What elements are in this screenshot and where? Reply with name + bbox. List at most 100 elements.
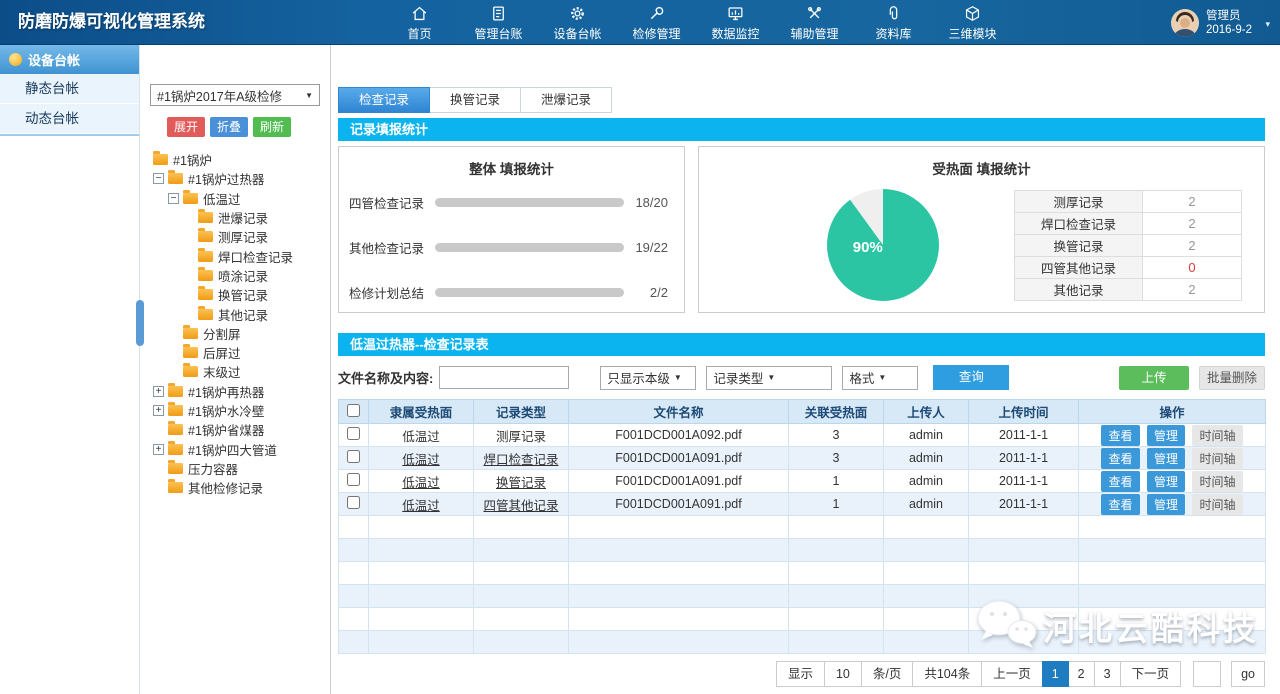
cell-record-type[interactable]: 测厚记录 [474,424,569,447]
page-button-1[interactable]: 1 [1042,661,1069,687]
row-checkbox[interactable] [347,473,360,486]
sidebar-item-equipment-ledger[interactable]: 设备台帐 [0,45,139,74]
cell-heating-surface[interactable]: 低温过 [369,447,474,470]
page-button-2[interactable]: 2 [1068,661,1095,687]
main-content: 检查记录 换管记录 泄爆记录 记录填报统计 整体 填报统计 四管检查记录 18/… [338,45,1265,694]
view-button[interactable]: 查看 [1101,425,1139,446]
cell-uploader: admin [884,447,969,470]
format-select[interactable]: 格式 [842,366,918,390]
cell-record-type[interactable]: 换管记录 [474,470,569,493]
nav-item-equipment[interactable]: 设备台帐 [538,0,617,45]
tree-expander-icon[interactable]: + [153,405,164,416]
bar-label: 其他检查记录 [349,238,435,257]
nav-item-library[interactable]: 资料库 [854,0,933,45]
nav-item-maintenance[interactable]: 检修管理 [617,0,696,45]
records-table-header-row: 隶属受热面 记录类型 文件名称 关联受热面 上传人 上传时间 操作 [339,400,1266,424]
manage-button[interactable]: 管理 [1147,471,1185,492]
nav-item-3d-module[interactable]: 三维模块 [933,0,1012,45]
record-type-select[interactable]: 记录类型 [706,366,832,390]
folder-icon [198,270,213,281]
nav-item-home[interactable]: 首页 [380,0,459,45]
next-page-button[interactable]: 下一页 [1120,661,1182,687]
timeline-button[interactable]: 时间轴 [1192,494,1242,515]
tree-node[interactable]: − #1锅炉过热器 [141,169,330,188]
timeline-button[interactable]: 时间轴 [1192,425,1242,446]
tree-node-label: #1锅炉四大管道 [188,440,277,459]
tree-node[interactable]: 换管记录 [141,285,330,304]
upload-button[interactable]: 上传 [1119,366,1189,390]
cell-heating-surface[interactable]: 低温过 [369,470,474,493]
tree-node[interactable]: 其他记录 [141,304,330,323]
select-all-checkbox[interactable] [347,404,360,417]
bar-value: 19/22 [624,240,668,255]
page-size-select[interactable]: 10 [824,661,862,687]
expand-button[interactable]: 展开 [167,117,205,137]
tree-node[interactable]: #1锅炉省煤器 [141,420,330,439]
batch-delete-button[interactable]: 批量删除 [1199,366,1265,390]
view-button[interactable]: 查看 [1101,448,1139,469]
heat-stats-value: 2 [1143,190,1242,212]
view-button[interactable]: 查看 [1101,494,1139,515]
timeline-button[interactable]: 时间轴 [1192,448,1242,469]
gear-icon [568,4,587,23]
nav-item-monitoring[interactable]: 数据监控 [696,0,775,45]
row-checkbox[interactable] [347,450,360,463]
heat-stats-label: 四管其他记录 [1015,256,1143,278]
level-select[interactable]: 只显示本级 [600,366,696,390]
tree-node[interactable]: − 低温过 [141,189,330,208]
filename-search-input[interactable] [439,366,569,389]
tree-node[interactable]: + #1锅炉水冷壁 [141,401,330,420]
manage-button[interactable]: 管理 [1147,494,1185,515]
tree-node[interactable]: 压力容器 [141,459,330,478]
tree-node[interactable]: 泄爆记录 [141,208,330,227]
tree-node[interactable]: #1锅炉 [141,150,330,169]
manage-button[interactable]: 管理 [1147,448,1185,469]
nav-item-auxiliary[interactable]: 辅助管理 [775,0,854,45]
table-row: 低温过 焊口检查记录 F001DCD001A091.pdf 3 admin 20… [339,447,1266,470]
tree-node[interactable]: 后屏过 [141,343,330,362]
filter-bar: 文件名称及内容: 只显示本级 记录类型 格式 查询 上传 批量删除 [338,356,1265,399]
view-button[interactable]: 查看 [1101,471,1139,492]
tree-expander-icon[interactable]: − [168,193,179,204]
tab-inspection-records[interactable]: 检查记录 [338,87,430,113]
cell-record-type[interactable]: 焊口检查记录 [474,447,569,470]
cell-heating-surface[interactable]: 低温过 [369,493,474,516]
manage-button[interactable]: 管理 [1147,425,1185,446]
cell-heating-surface[interactable]: 低温过 [369,424,474,447]
tree-node[interactable]: 其他检修记录 [141,478,330,497]
sidebar-item-static-ledger[interactable]: 静态台帐 [0,74,139,104]
user-menu[interactable]: 管理员 2016-9-2 [1171,0,1252,45]
tree-node[interactable]: 测厚记录 [141,227,330,246]
page-button-3[interactable]: 3 [1094,661,1121,687]
timeline-button[interactable]: 时间轴 [1192,471,1242,492]
collapse-button[interactable]: 折叠 [210,117,248,137]
tree-node[interactable]: 分割屏 [141,324,330,343]
col-actions: 操作 [1079,400,1266,424]
tree-expander-icon[interactable]: + [153,444,164,455]
tree-scrollbar-thumb[interactable] [136,300,144,346]
bar-label: 四管检查记录 [349,193,435,212]
prev-page-button[interactable]: 上一页 [981,661,1043,687]
tree-node[interactable]: 焊口检查记录 [141,246,330,265]
tab-tube-replacement-records[interactable]: 换管记录 [429,87,521,113]
sidebar-item-dynamic-ledger[interactable]: 动态台帐 [0,104,139,134]
cell-actions: 查看 管理 时间轴 [1079,493,1266,516]
row-checkbox[interactable] [347,496,360,509]
overhaul-select[interactable]: #1锅炉2017年A级检修 [150,84,320,106]
tree-node[interactable]: + #1锅炉四大管道 [141,439,330,458]
tree-node[interactable]: 喷涂记录 [141,266,330,285]
row-checkbox[interactable] [347,427,360,440]
tree-expander-icon[interactable]: − [153,173,164,184]
tree-node[interactable]: 末级过 [141,362,330,381]
bar-track [435,198,624,207]
tree-node[interactable]: + #1锅炉再热器 [141,382,330,401]
nav-item-ledger[interactable]: 管理台账 [459,0,538,45]
refresh-button[interactable]: 刷新 [253,117,291,137]
chevron-down-icon[interactable]: ▾ [1265,19,1270,30]
search-button[interactable]: 查询 [933,365,1009,390]
tree-expander-icon[interactable]: + [153,386,164,397]
go-button[interactable]: go [1231,661,1265,687]
goto-page-input[interactable] [1193,661,1221,687]
cell-record-type[interactable]: 四管其他记录 [474,493,569,516]
tab-explosion-records[interactable]: 泄爆记录 [520,87,612,113]
